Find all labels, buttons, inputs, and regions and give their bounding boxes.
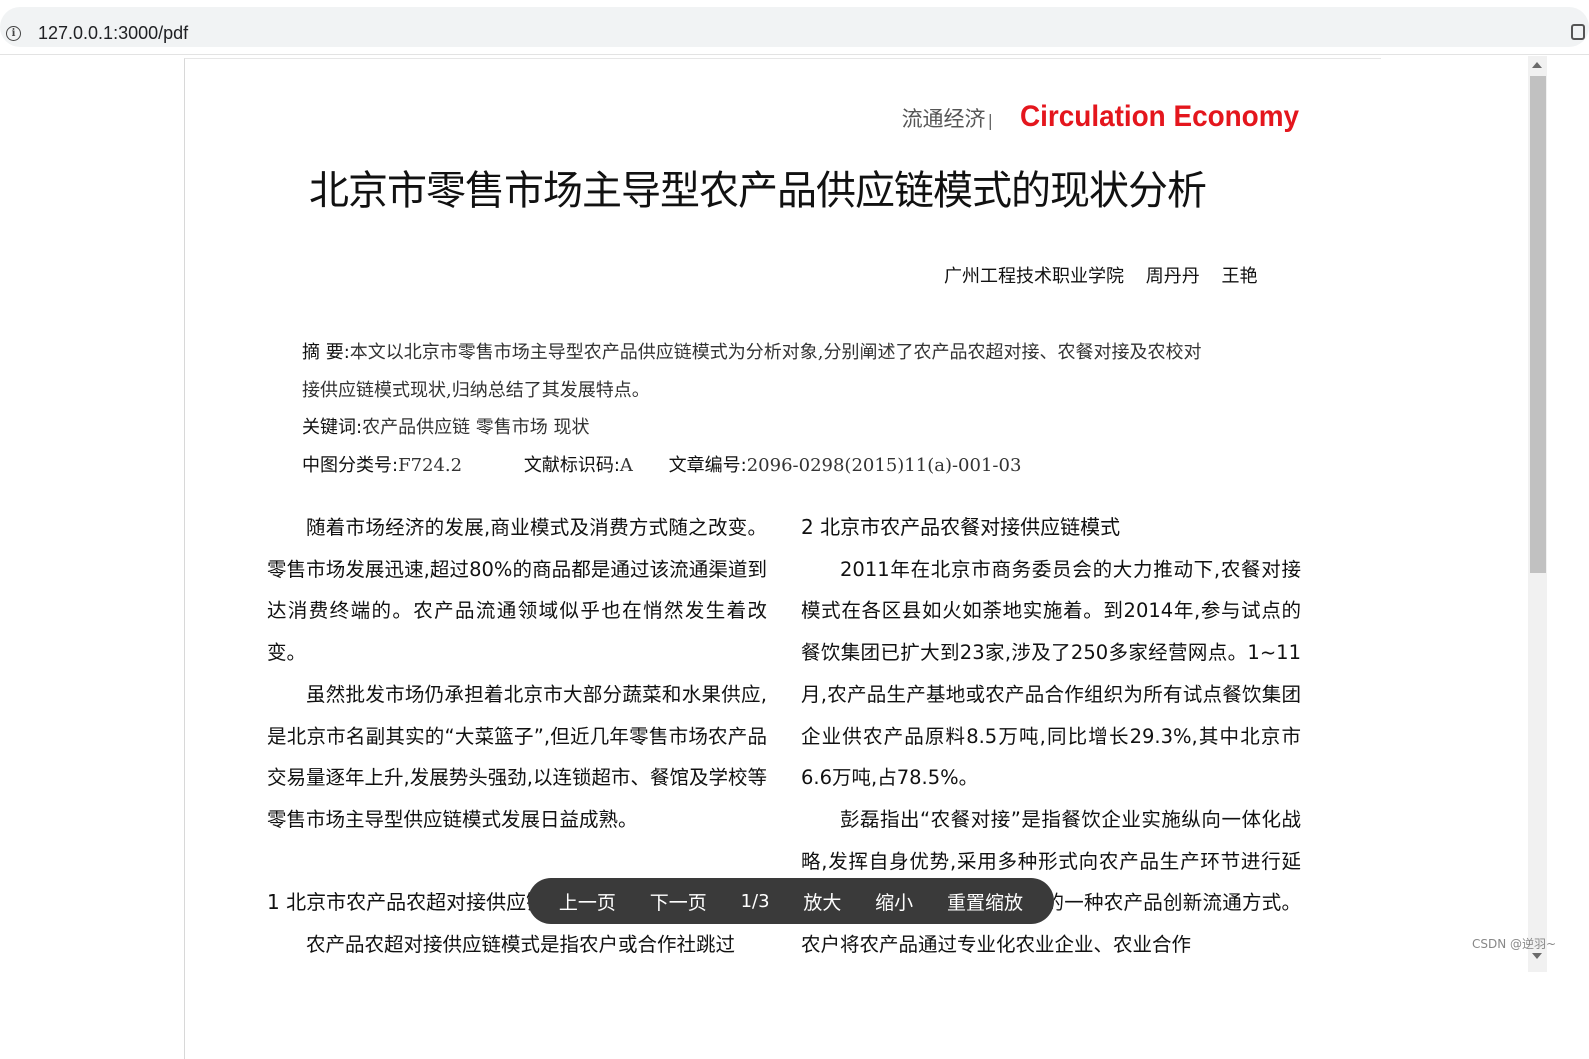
body-paragraph: 虽然批发市场仍承担着北京市大部分蔬菜和水果供应,是北京市名副其实的“大菜篮子”,… — [267, 682, 767, 831]
journal-header: 流通经济 | Circulation Economy — [902, 100, 1299, 134]
abstract-label: 摘 要: — [302, 342, 350, 363]
scrollbar-thumb[interactable] — [1530, 76, 1546, 573]
watermark: CSDN @逆羽~ — [1472, 937, 1557, 951]
url-text[interactable]: 127.0.0.1:3000/pdf — [38, 23, 188, 44]
omnibox[interactable]: i 127.0.0.1:3000/pdf — [0, 7, 1589, 47]
clc-label: 中图分类号: — [302, 455, 399, 476]
zoom-out-button[interactable]: 缩小 — [875, 888, 913, 915]
scroll-up-arrow-icon[interactable] — [1532, 62, 1542, 68]
keywords-line: 关键词:农产品供应链 零售市场 现状 — [302, 413, 590, 439]
authors-line: 广州工程技术职业学院 周丹丹 王艳 — [944, 262, 1273, 288]
article-no-value: 2096-0298(2015)11(a)-001-03 — [746, 455, 1022, 476]
site-info-icon[interactable]: i — [6, 26, 21, 41]
keywords-text: 农产品供应链 零售市场 现状 — [362, 417, 590, 438]
author-name: 周丹丹 — [1145, 266, 1200, 287]
reset-zoom-button[interactable]: 重置缩放 — [947, 888, 1023, 915]
doc-code-label: 文献标识码: — [523, 455, 620, 476]
next-page-button[interactable]: 下一页 — [650, 888, 707, 915]
pdf-toolbar: 上一页 下一页 1/3 放大 缩小 重置缩放 — [528, 878, 1054, 924]
abstract-line: 摘 要:本文以北京市零售市场主导型农产品供应链模式为分析对象,分别阐述了农产品农… — [302, 338, 1202, 364]
page-indicator: 1/3 — [740, 890, 770, 912]
body-paragraph: 2011年在北京市商务委员会的大力推动下,农餐对接模式在各区县如火如荼地实施着。… — [801, 557, 1301, 790]
section-separator: | — [987, 111, 993, 130]
abstract-text: 接供应链模式现状,归纳总结了其发展特点。 — [302, 380, 650, 401]
doc-code-value: A — [619, 455, 633, 476]
author-name: 王艳 — [1221, 266, 1258, 287]
section-name-en: Circulation Economy — [1019, 100, 1299, 133]
zoom-in-button[interactable]: 放大 — [803, 888, 841, 915]
paper-title: 北京市零售市场主导型农产品供应链模式的现状分析 — [309, 168, 1207, 214]
section-name-cn: 流通经济 — [901, 107, 986, 131]
address-bar: i 127.0.0.1:3000/pdf — [0, 0, 1589, 55]
password-key-icon[interactable] — [1571, 24, 1585, 40]
body-paragraph: 农产品农超对接供应链模式是指农户或合作社跳过 — [306, 933, 736, 957]
prev-page-button[interactable]: 上一页 — [559, 888, 616, 915]
keywords-label: 关键词: — [302, 417, 363, 438]
clc-value: F724.2 — [398, 455, 463, 476]
abstract-line: 接供应链模式现状,归纳总结了其发展特点。 — [302, 376, 650, 402]
classification-line: 中图分类号:F724.2 文献标识码:A 文章编号:2096-0298(2015… — [302, 451, 1021, 477]
abstract-text: 本文以北京市零售市场主导型农产品供应链模式为分析对象,分别阐述了农产品农超对接、… — [349, 342, 1202, 363]
scroll-down-arrow-icon[interactable] — [1532, 953, 1542, 959]
section-heading: 2 北京市农产品农餐对接供应链模式 — [801, 515, 1121, 539]
affiliation: 广州工程技术职业学院 — [944, 266, 1124, 287]
body-paragraph: 随着市场经济的发展,商业模式及消费方式随之改变。零售市场发展迅速,超过80%的商… — [267, 516, 767, 665]
article-no-label: 文章编号: — [668, 455, 747, 476]
